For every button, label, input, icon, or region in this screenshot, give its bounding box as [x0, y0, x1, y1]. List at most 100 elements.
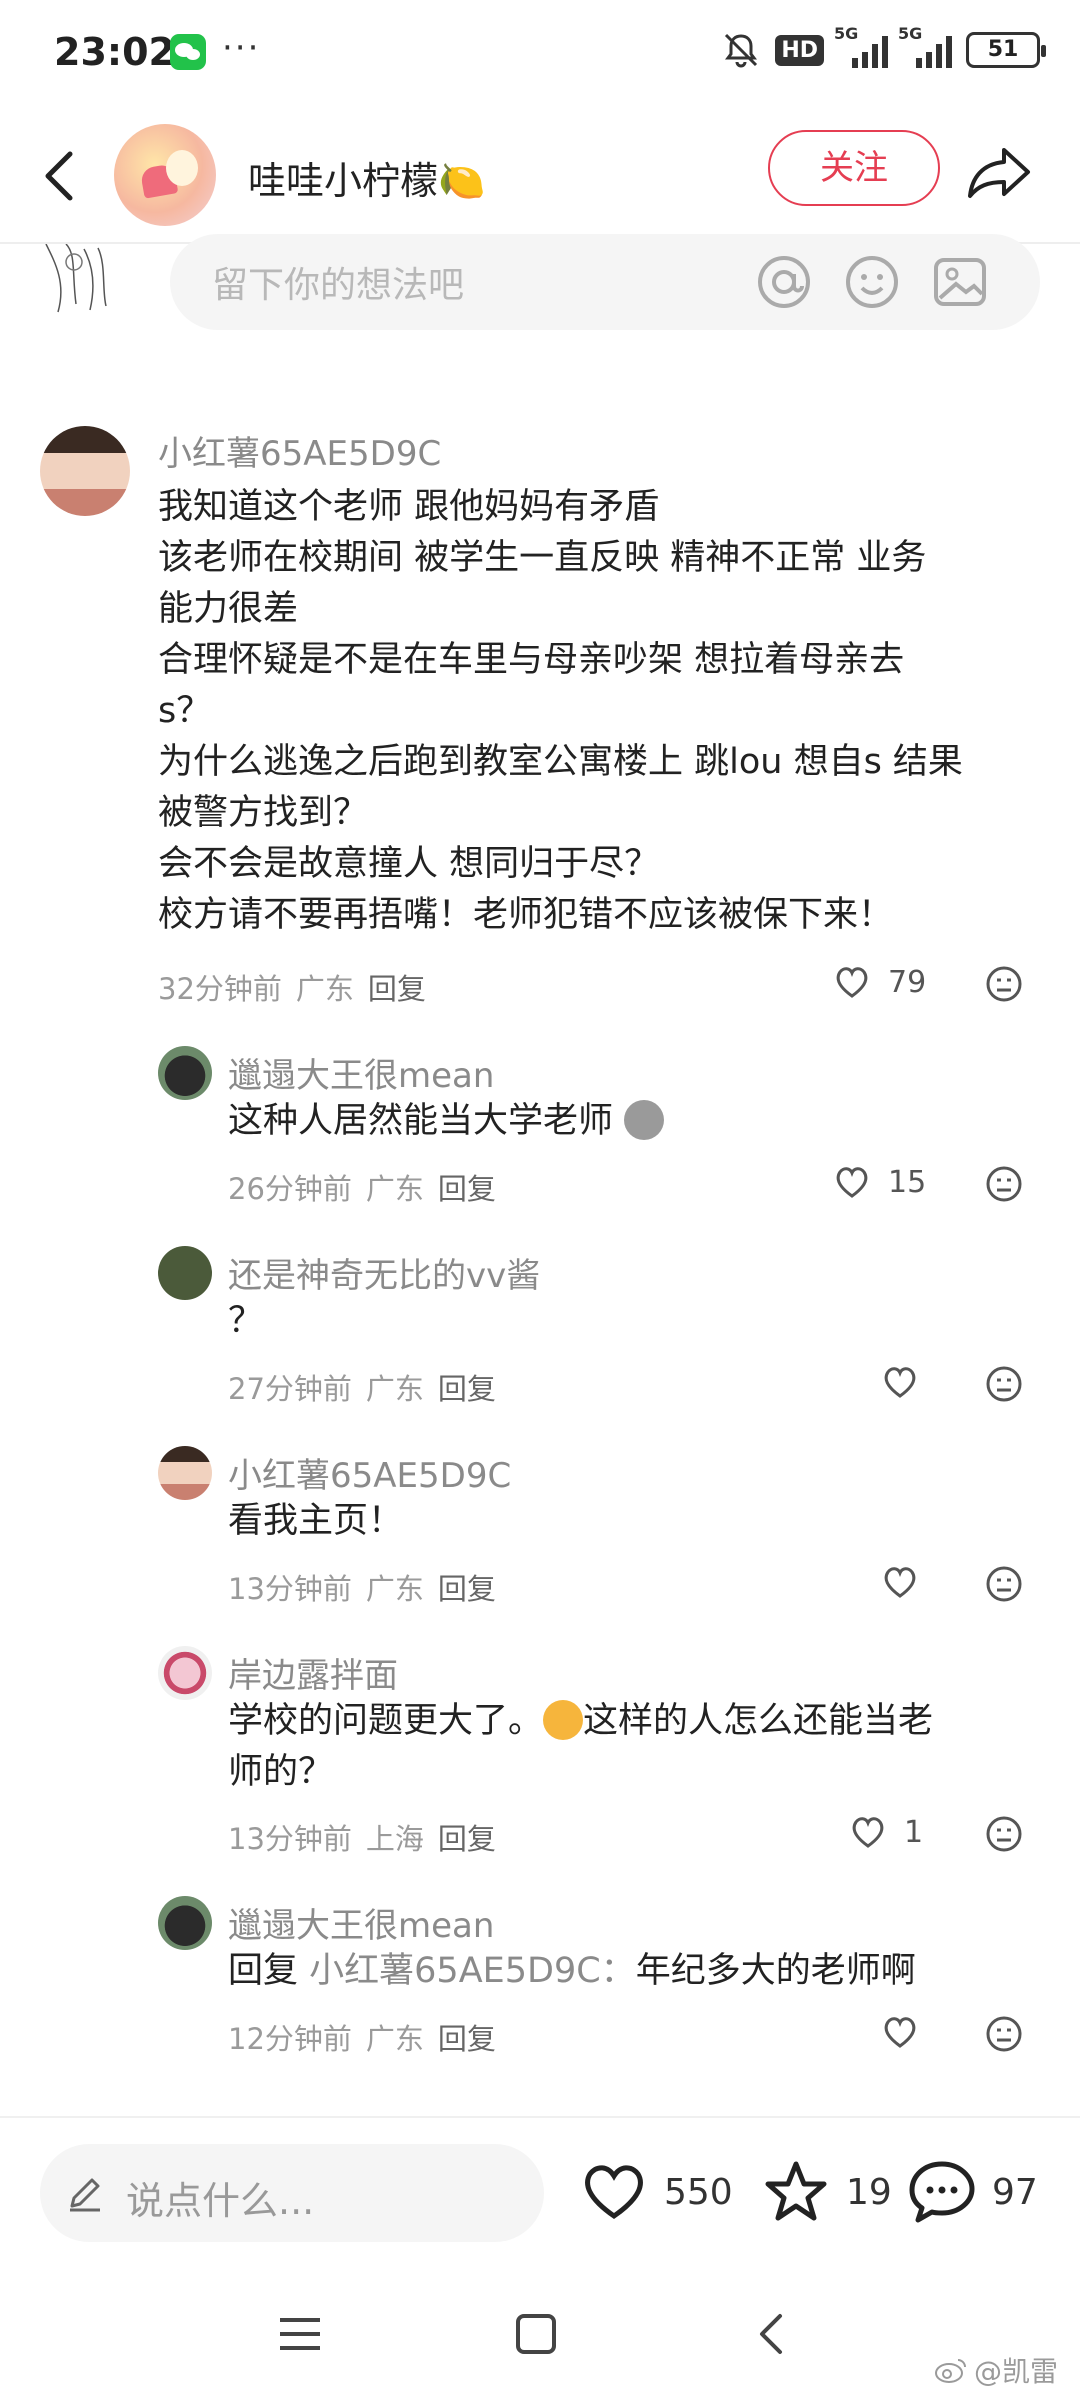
post-like-count: 550 [664, 2171, 733, 2213]
avatar[interactable] [158, 1896, 212, 1950]
emoji-icon[interactable] [842, 252, 902, 312]
post-header: 哇哇小柠檬🍋 关注 [0, 108, 1080, 244]
comment-text: 我知道这个老师 跟他妈妈有矛盾 该老师在校期间 被学生一直反映 精神不正常 业务… [158, 487, 963, 935]
signal-2-icon: 5G [898, 24, 952, 68]
reply-username[interactable]: 还是神奇无比的vv酱 [228, 1248, 540, 1297]
nav-back-icon[interactable] [744, 2306, 800, 2362]
like-button[interactable] [880, 1362, 920, 1402]
avatar[interactable] [40, 426, 130, 516]
reply-button[interactable]: 回复 [438, 1172, 496, 1206]
avatar[interactable] [158, 1046, 212, 1100]
reply-text: 学校的问题更大了。 这样的人怎么还能当老 师的？ [228, 1700, 934, 1792]
comment-username[interactable]: 小红薯65AE5D9C [158, 426, 441, 475]
status-bar: 23:02 ··· HD 5G 5G 51 [0, 0, 1080, 108]
author-avatar[interactable] [114, 124, 216, 226]
reply-item: 还是神奇无比的vv酱 ？ 27分钟前 广东 回复 [0, 1240, 1080, 1420]
comment-bubble-icon [909, 2161, 975, 2223]
status-icons: HD 5G 5G 51 [721, 24, 1046, 70]
heart-icon [884, 1367, 916, 1398]
home-square-icon[interactable] [508, 2306, 564, 2362]
say-something-input[interactable]: 说点什么... [40, 2144, 544, 2242]
heart-icon [852, 1817, 884, 1848]
reply-username[interactable]: 邋遢大王很mean [228, 1898, 494, 1947]
bell-muted-icon [725, 33, 758, 68]
reply-username[interactable]: 邋遢大王很mean [228, 1048, 494, 1097]
reply-meta: 13分钟前 广东 回复 [228, 1572, 496, 1606]
reply-to-username[interactable]: 小红薯65AE5D9C： [309, 1951, 636, 1991]
like-button[interactable]: 1 [848, 1812, 923, 1852]
reply-item: 邋遢大王很mean 回复 小红薯65AE5D9C：年纪多大的老师啊 12分钟前广… [0, 1890, 1080, 2070]
image-icon[interactable] [930, 252, 990, 312]
reply-button[interactable]: 回复 [438, 1372, 496, 1406]
dislike-icon[interactable] [984, 1814, 1024, 1854]
reply-text: ？ [228, 1301, 264, 1341]
heart-icon [836, 1167, 868, 1198]
reply-text: 回复 小红薯65AE5D9C：年纪多大的老师啊 [228, 1951, 916, 1991]
reply-button[interactable]: 回复 [438, 1572, 496, 1606]
watermark: @凯雷 [934, 2350, 1058, 2390]
like-count: 15 [888, 1164, 927, 1200]
like-button[interactable]: 15 [832, 1162, 926, 1202]
reply-button[interactable]: 回复 [438, 1822, 496, 1856]
reply-username[interactable]: 岸边露拌面 [228, 1648, 398, 1697]
post-favorite-count: 19 [846, 2171, 892, 2213]
reply-meta: 26分钟前 广东 回复 [228, 1172, 496, 1206]
comment-input[interactable]: 留下你的想法吧 [170, 234, 1040, 330]
dislike-icon[interactable] [984, 1164, 1024, 1204]
heart-icon [585, 2165, 643, 2220]
dislike-icon[interactable] [984, 1564, 1024, 1604]
bottom-action-bar: 说点什么... 550 19 97 [0, 2116, 1080, 2266]
like-button[interactable] [880, 2012, 920, 2052]
reply-username[interactable]: 小红薯65AE5D9C [228, 1448, 511, 1497]
dislike-icon[interactable] [984, 2014, 1024, 2054]
heart-icon [884, 1567, 916, 1598]
dislike-icon[interactable] [984, 1364, 1024, 1404]
like-count: 1 [904, 1814, 924, 1850]
reply-item: 小红薯65AE5D9C 看我主页！ 13分钟前 广东 回复 [0, 1440, 1080, 1620]
post-comment-count: 97 [992, 2171, 1038, 2213]
say-something-placeholder: 说点什么... [126, 2179, 315, 2223]
comment-input-row: 留下你的想法吧 [0, 234, 1080, 334]
reply-button[interactable]: 回复 [368, 972, 426, 1006]
pencil-icon [70, 2178, 100, 2212]
avatar[interactable] [158, 1646, 212, 1700]
share-icon[interactable] [964, 142, 1034, 202]
reply-meta: 13分钟前 上海 回复 [228, 1822, 496, 1856]
heart-icon [884, 2017, 916, 2048]
weibo-logo-icon [934, 2359, 966, 2383]
reply-text: 这种人居然能当大学老师 [228, 1096, 665, 1147]
system-nav-bar [0, 2266, 1080, 2400]
avatar[interactable] [158, 1246, 212, 1300]
post-favorite-button[interactable]: 19 [760, 2156, 892, 2228]
sticker-emoji-icon [624, 1100, 665, 1140]
status-time: 23:02 [54, 30, 175, 74]
follow-button[interactable]: 关注 [768, 130, 940, 206]
like-count: 79 [888, 964, 927, 1000]
wechat-notification-icon [170, 34, 206, 70]
like-button[interactable]: 79 [832, 962, 926, 1002]
reply-item: 岸边露拌面 学校的问题更大了。 这样的人怎么还能当老 师的？ 13分钟前 上海 回复 … [0, 1640, 1080, 1870]
reply-text: 看我主页！ [228, 1501, 404, 1541]
post-like-button[interactable]: 550 [578, 2156, 733, 2228]
current-user-avatar [45, 244, 107, 313]
avatar[interactable] [158, 1446, 212, 1500]
comment-meta: 32分钟前 广东 回复 [158, 972, 426, 1006]
reply-meta: 27分钟前 广东 回复 [228, 1372, 496, 1406]
comment-input-placeholder: 留下你的想法吧 [212, 265, 465, 306]
reply-button[interactable]: 回复 [438, 2022, 496, 2056]
menu-icon[interactable] [272, 2306, 328, 2362]
at-mention-icon[interactable] [754, 252, 814, 312]
like-button[interactable] [880, 1562, 920, 1602]
heart-icon [836, 967, 868, 998]
reply-meta: 12分钟前 广东 回复 [228, 2022, 496, 2056]
dislike-icon[interactable] [984, 964, 1024, 1004]
signal-1-icon: 5G [834, 24, 888, 68]
author-name[interactable]: 哇哇小柠檬🍋 [248, 150, 485, 205]
battery-icon: 51 [966, 32, 1046, 68]
back-arrow-icon[interactable] [32, 144, 84, 208]
comment-thread: 小红薯65AE5D9C 我知道这个老师 跟他妈妈有矛盾 该老师在校期间 被学生一… [0, 420, 1080, 1020]
reply-item: 邋遢大王很mean 这种人居然能当大学老师 26分钟前 广东 回复 15 [0, 1040, 1080, 1220]
post-comment-button[interactable]: 97 [906, 2156, 1038, 2228]
star-icon [765, 2161, 827, 2221]
hd-badge: HD [775, 34, 824, 66]
